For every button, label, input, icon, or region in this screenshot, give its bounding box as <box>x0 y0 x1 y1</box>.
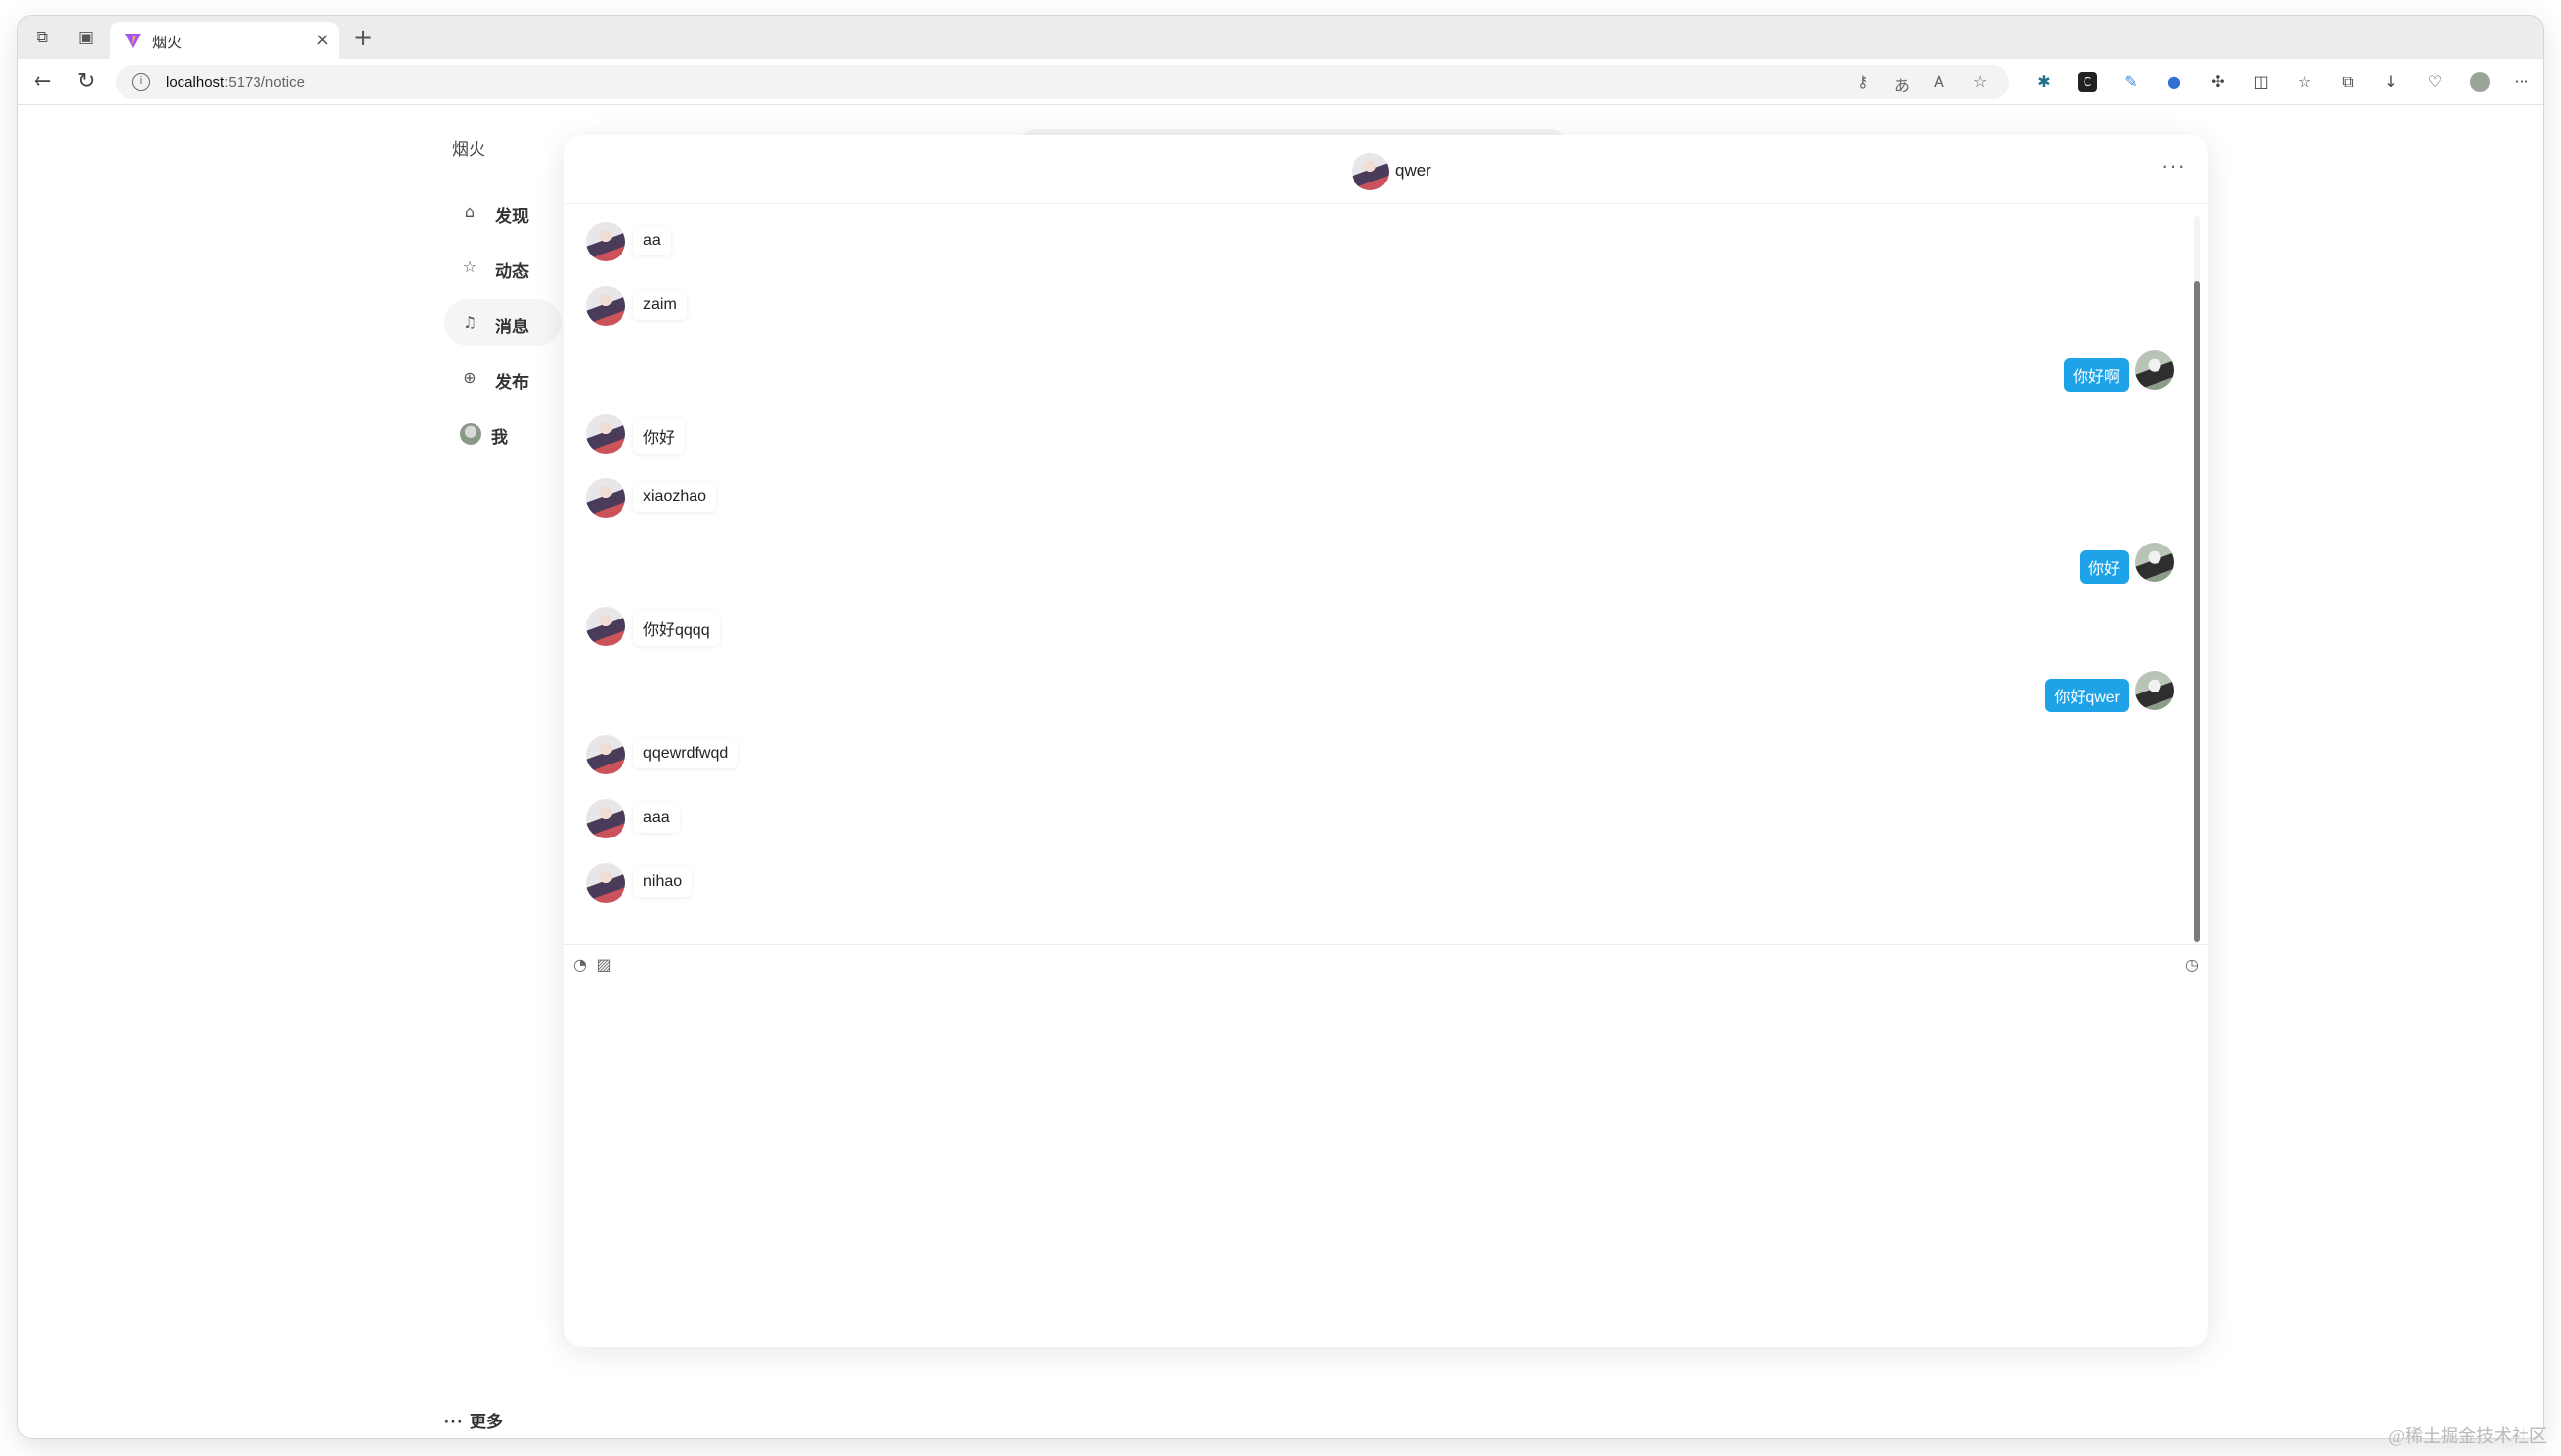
avatar[interactable] <box>586 607 625 646</box>
more-dots-icon: ··· <box>444 1413 464 1431</box>
chat-header: qwer ··· <box>564 135 2208 204</box>
message-bubble: 你好 <box>633 418 686 454</box>
avatar[interactable] <box>586 478 625 518</box>
profile-avatar[interactable] <box>2470 72 2490 92</box>
chat-modal: qwer ··· aa zaim 你好啊你好 xiaozhao 你好你好qqqq 你好qw… <box>564 135 2208 1347</box>
image-icon[interactable]: ▨ <box>594 955 614 975</box>
new-tab-button[interactable]: + <box>353 24 373 51</box>
contact-name: qwer <box>1395 161 1431 180</box>
avatar[interactable] <box>586 735 625 774</box>
contact-avatar[interactable] <box>1352 153 1389 190</box>
extension-gear-icon[interactable]: ✱ <box>2034 72 2054 92</box>
brand-title: 烟火 <box>452 140 485 159</box>
tab-close-icon[interactable]: × <box>315 30 329 50</box>
clock-icon[interactable]: ◷ <box>2182 955 2202 975</box>
home-icon: ⌂ <box>464 202 476 221</box>
avatar[interactable] <box>586 863 625 903</box>
sidebar-item-label: 我 <box>491 428 508 447</box>
message-sent: 你好 <box>1780 543 2174 584</box>
url-text: localhost:5173/notice <box>166 74 305 91</box>
favorites-icon[interactable]: ☆ <box>2295 72 2314 92</box>
message-bubble: aa <box>633 226 671 255</box>
message-bubble: aaa <box>633 803 680 833</box>
back-icon[interactable]: ← <box>34 69 51 94</box>
message-bubble: nihao <box>633 867 693 897</box>
avatar[interactable] <box>2135 350 2174 390</box>
avatar[interactable] <box>586 414 625 454</box>
sidebar-item-label: 发布 <box>495 373 529 392</box>
plus-circle-icon: ⊕ <box>463 368 476 387</box>
collections-icon[interactable]: ⧉ <box>2338 72 2358 92</box>
extension-brush-icon[interactable]: ✎ <box>2121 72 2141 92</box>
sidebar-item-messages[interactable]: ♫ 消息 <box>444 299 562 346</box>
message-bubble: qqewrdfwqd <box>633 739 739 768</box>
sidebar-item-publish[interactable]: ⊕ 发布 <box>444 354 562 401</box>
split-screen-icon[interactable]: ◫ <box>2251 72 2271 92</box>
message-composer: ◔ ▨ ◷ <box>564 944 2208 1347</box>
more-label: 更多 <box>469 1413 503 1431</box>
message-sent: 你好啊 <box>1780 350 2174 392</box>
message-bubble: 你好 <box>2079 550 2129 584</box>
avatar[interactable] <box>586 799 625 838</box>
avatar[interactable] <box>2135 671 2174 710</box>
tab-title: 烟火 <box>152 35 183 51</box>
extensions-puzzle-icon[interactable]: ✣ <box>2208 72 2228 92</box>
translate-icon[interactable]: あ <box>1894 72 1910 96</box>
downloads-icon[interactable]: ↓ <box>2381 72 2401 92</box>
settings-more-icon[interactable]: ··· <box>2512 72 2531 92</box>
site-info-icon[interactable]: i <box>132 73 150 91</box>
reload-icon[interactable]: ↻ <box>77 69 95 94</box>
chat-more-icon[interactable]: ··· <box>2161 153 2186 179</box>
sidebar-item-feed[interactable]: ☆ 动态 <box>444 244 562 291</box>
browser-toolbar: ← ↻ i localhost:5173/notice ⚷ あ A ☆ ✱ C … <box>18 59 2543 105</box>
sidebar-item-me[interactable]: 我 <box>444 409 562 457</box>
avatar[interactable] <box>586 286 625 326</box>
message-bubble: xiaozhao <box>633 482 717 512</box>
message-bubble: 你好qqqq <box>633 611 720 646</box>
avatar <box>460 423 481 445</box>
scrollbar-thumb[interactable] <box>2194 281 2200 942</box>
message-bubble: 你好啊 <box>2063 358 2129 392</box>
star-icon: ☆ <box>462 257 477 276</box>
message-sent: 你好qwer <box>1780 671 2174 712</box>
app-content: 烟火 ⌂ 发现 ☆ 动态 ♫ 消息 ⊕ 发布 我 ··· 更多 qwer ···… <box>18 106 2543 1438</box>
sidebar-item-label: 发现 <box>495 207 529 226</box>
browser-window: ⧉ ▣ 烟火 × + ← ↻ i localhost:5173/notice ⚷… <box>18 16 2543 1438</box>
favorite-star-icon[interactable]: ☆ <box>1973 72 1987 91</box>
tab-actions-icon[interactable]: ▣ <box>75 27 97 48</box>
tab-bar: ⧉ ▣ 烟火 × + <box>18 16 2543 59</box>
emoji-icon[interactable]: ◔ <box>570 955 590 975</box>
workspaces-icon[interactable]: ⧉ <box>32 27 53 48</box>
sidebar-item-label: 消息 <box>495 318 529 336</box>
sidebar-item-label: 动态 <box>495 262 529 281</box>
performance-icon[interactable]: ♡ <box>2425 72 2445 92</box>
message-bubble: zaim <box>633 290 687 320</box>
more-menu[interactable]: ··· 更多 <box>444 1408 503 1432</box>
message-input[interactable] <box>578 988 2192 1334</box>
extension-globe-icon[interactable]: ● <box>2164 72 2184 92</box>
bell-icon: ♫ <box>462 313 477 331</box>
message-list[interactable]: aa zaim 你好啊你好 xiaozhao 你好你好qqqq 你好qwer qqewrdf… <box>564 204 2208 944</box>
avatar[interactable] <box>2135 543 2174 582</box>
sidebar-item-discover[interactable]: ⌂ 发现 <box>444 188 562 236</box>
tab-active[interactable]: 烟火 × <box>110 22 339 59</box>
message-bubble: 你好qwer <box>2045 679 2129 712</box>
watermark: @稀土掘金技术社区 <box>2388 1426 2547 1446</box>
key-icon[interactable]: ⚷ <box>1857 72 1868 91</box>
read-aloud-icon[interactable]: A <box>1934 72 1944 91</box>
address-bar[interactable]: i localhost:5173/notice ⚷ あ A ☆ <box>116 65 2009 99</box>
vite-logo-icon <box>125 34 141 48</box>
extension-c-icon[interactable]: C <box>2078 72 2097 92</box>
avatar[interactable] <box>586 222 625 261</box>
